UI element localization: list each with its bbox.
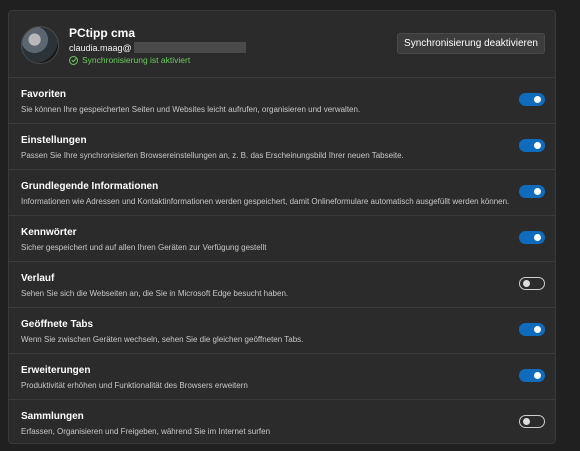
toggle-knob — [523, 418, 530, 425]
sync-row-einstellungen: Einstellungen Passen Sie Ihre synchronis… — [9, 124, 555, 170]
profile-header: PCtipp cma claudia.maag@ Synchronisierun… — [9, 11, 555, 78]
row-title: Geöffnete Tabs — [21, 319, 94, 330]
sync-row-sammlungen: Sammlungen Erfassen, Organisieren und Fr… — [9, 400, 555, 443]
toggle-knob — [534, 234, 541, 241]
grundlegende-informationen-toggle[interactable] — [519, 185, 545, 198]
row-title: Grundlegende Informationen — [21, 181, 159, 192]
row-title: Verlauf — [21, 273, 55, 284]
row-title: Favoriten — [21, 89, 67, 100]
avatar — [21, 26, 59, 64]
sync-row-geoeffnete-tabs: Geöffnete Tabs Wenn Sie zwischen Geräten… — [9, 308, 555, 354]
row-description: Passen Sie Ihre synchronisierten Browser… — [21, 151, 404, 160]
toggle-knob — [534, 188, 541, 195]
toggle-knob — [523, 280, 530, 287]
row-description: Produktivität erhöhen und Funktionalität… — [21, 381, 248, 390]
sync-row-kennwoerter: Kennwörter Sicher gespeichert und auf al… — [9, 216, 555, 262]
profile-email: claudia.maag@ — [69, 42, 132, 53]
geoeffnete-tabs-toggle[interactable] — [519, 323, 545, 336]
row-title: Einstellungen — [21, 135, 87, 146]
erweiterungen-toggle[interactable] — [519, 369, 545, 382]
email-row: claudia.maag@ — [69, 42, 246, 53]
kennwoerter-toggle[interactable] — [519, 231, 545, 244]
row-description: Sehen Sie sich die Webseiten an, die Sie… — [21, 289, 289, 298]
sync-settings-card: PCtipp cma claudia.maag@ Synchronisierun… — [8, 10, 556, 444]
row-title: Sammlungen — [21, 411, 84, 422]
row-description: Erfassen, Organisieren und Freigeben, wä… — [21, 427, 271, 436]
verlauf-toggle[interactable] — [519, 277, 545, 290]
row-title: Kennwörter — [21, 227, 77, 238]
sync-row-verlauf: Verlauf Sehen Sie sich die Webseiten an,… — [9, 262, 555, 308]
toggle-knob — [534, 372, 541, 379]
sync-status: Synchronisierung ist aktiviert — [69, 55, 190, 65]
toggle-knob — [534, 142, 541, 149]
row-description: Informationen wie Adressen und Kontaktin… — [21, 197, 510, 206]
sync-row-favoriten: Favoriten Sie können Ihre gespeicherten … — [9, 78, 555, 124]
row-title: Erweiterungen — [21, 365, 91, 376]
sync-row-erweiterungen: Erweiterungen Produktivität erhöhen und … — [9, 354, 555, 400]
toggle-knob — [534, 96, 541, 103]
toggle-knob — [534, 326, 541, 333]
row-description: Sicher gespeichert und auf allen Ihren G… — [21, 243, 267, 252]
sync-row-grundlegende-informationen: Grundlegende Informationen Informationen… — [9, 170, 555, 216]
profile-name: PCtipp cma — [69, 26, 136, 40]
checkmark-circle-icon — [69, 55, 78, 65]
sammlungen-toggle[interactable] — [519, 415, 545, 428]
email-redaction — [133, 42, 246, 53]
sync-options-list: Favoriten Sie können Ihre gespeicherten … — [9, 78, 555, 443]
sync-status-text: Synchronisierung ist aktiviert — [82, 55, 191, 65]
disable-sync-button[interactable]: Synchronisierung deaktivieren — [397, 33, 545, 54]
row-description: Wenn Sie zwischen Geräten wechseln, sehe… — [21, 335, 304, 344]
favoriten-toggle[interactable] — [519, 93, 545, 106]
row-description: Sie können Ihre gespeicherten Seiten und… — [21, 105, 361, 114]
einstellungen-toggle[interactable] — [519, 139, 545, 152]
